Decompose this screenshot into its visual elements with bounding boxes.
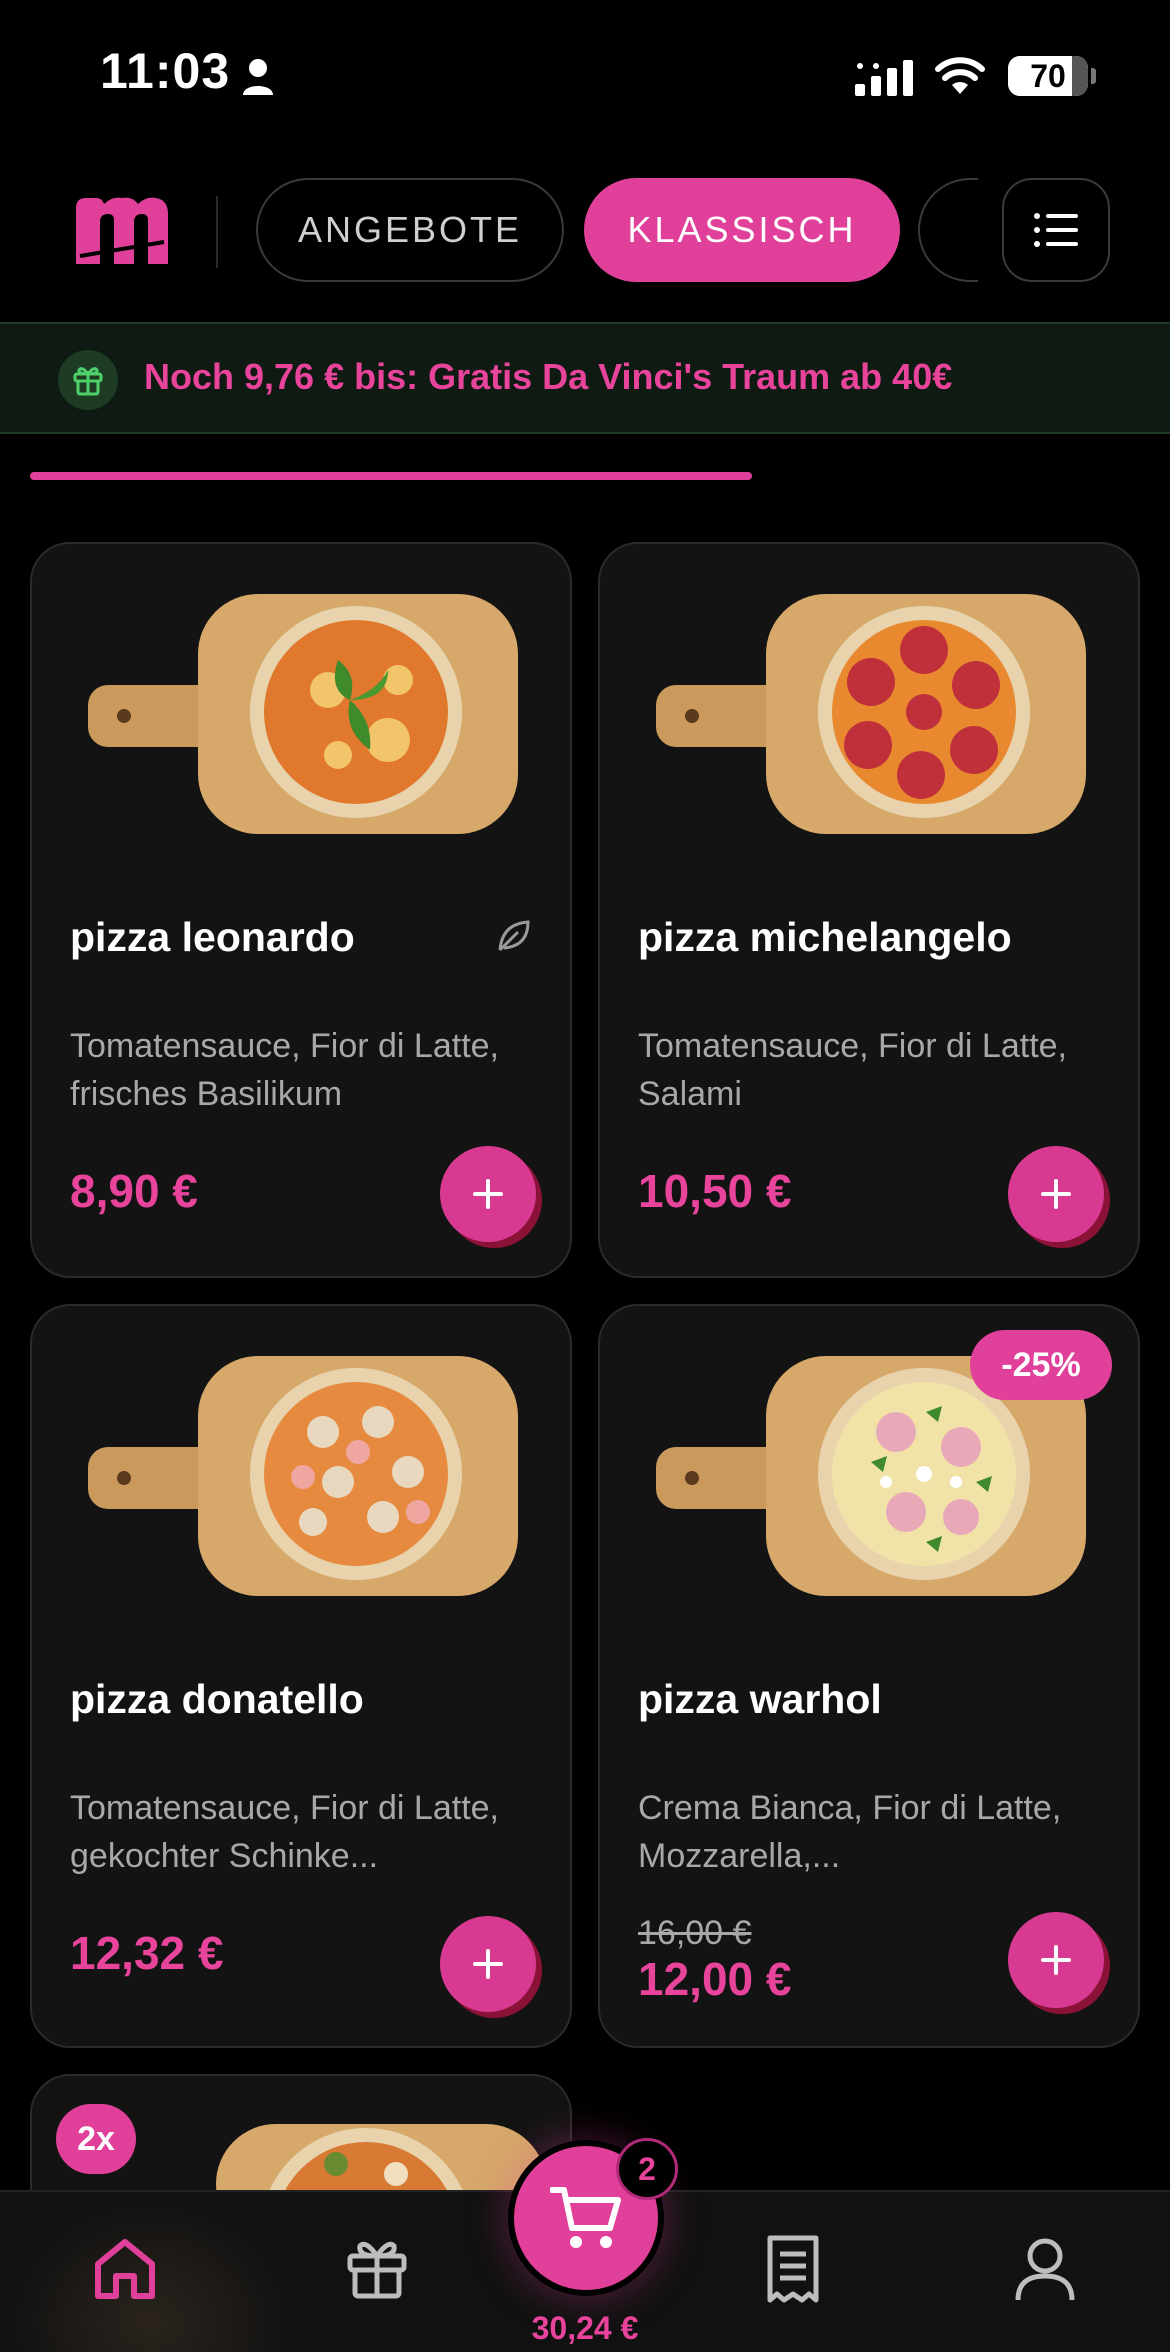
- nav-divider: [216, 196, 218, 268]
- battery-level: 70: [1030, 57, 1066, 94]
- product-card-leonardo[interactable]: pizza leonardo Tomatensauce, Fior di Lat…: [30, 542, 572, 1278]
- cart-total: 30,24 €: [531, 2310, 639, 2346]
- pizza-michelangelo-image: [656, 594, 1086, 834]
- product-card-michelangelo[interactable]: pizza michelangelo Tomatensauce, Fior di…: [598, 542, 1140, 1278]
- tab-klassisch[interactable]: KLASSISCH: [584, 178, 900, 282]
- signal-icon: [855, 60, 913, 96]
- promo-banner[interactable]: Noch 9,76 € bis: Gratis Da Vinci's Traum…: [0, 322, 1170, 434]
- product-price: 12,00 €: [638, 1953, 792, 2005]
- product-name: pizza leonardo: [70, 914, 355, 960]
- product-card-warhol[interactable]: -25% pizza warhol Crema Bianca, Fior di …: [598, 1304, 1140, 2048]
- category-nav: ANGEBOTE KLASSISCH: [0, 170, 1170, 290]
- product-name: pizza michelangelo: [638, 914, 1012, 960]
- tab-angebote[interactable]: ANGEBOTE: [256, 178, 564, 282]
- plus-icon: [473, 1179, 503, 1209]
- product-name: pizza donatello: [70, 1676, 364, 1722]
- product-name: pizza warhol: [638, 1676, 882, 1722]
- product-price: 10,50 €: [638, 1165, 792, 1217]
- pizza-donatello-image: [88, 1356, 518, 1596]
- tab-next-partial[interactable]: [918, 178, 978, 282]
- quantity-badge: 2x: [56, 2104, 136, 2174]
- add-to-cart-button[interactable]: [1008, 1146, 1104, 1242]
- profile-icon[interactable]: [1010, 2234, 1080, 2304]
- category-menu-button[interactable]: [1002, 178, 1110, 282]
- product-description: Crema Bianca, Fior di Latte, Mozzarella,…: [638, 1789, 1062, 1875]
- brand-logo[interactable]: [76, 194, 168, 270]
- wifi-icon: [935, 57, 985, 94]
- leaf-icon: [498, 920, 530, 952]
- promo-progress-bar: [30, 472, 752, 480]
- discount-badge: -25%: [970, 1330, 1112, 1400]
- add-to-cart-button[interactable]: [1008, 1912, 1104, 2008]
- add-to-cart-button[interactable]: [440, 1916, 536, 2012]
- home-icon[interactable]: [90, 2234, 160, 2304]
- product-card-donatello[interactable]: pizza donatello Tomatensauce, Fior di La…: [30, 1304, 572, 2048]
- plus-icon: [1041, 1179, 1071, 1209]
- rewards-icon[interactable]: [342, 2234, 412, 2304]
- cart-count-badge: 2: [616, 2138, 678, 2200]
- pizza-leonardo-image: [88, 594, 518, 834]
- plus-icon: [473, 1949, 503, 1979]
- receipt-icon[interactable]: [758, 2234, 828, 2304]
- person-icon: [243, 59, 273, 95]
- product-description: Tomatensauce, Fior di Latte, frisches Ba…: [70, 1027, 500, 1113]
- status-time: 11:03: [100, 43, 231, 99]
- product-old-price: 16,00 €: [638, 1914, 752, 1952]
- battery-indicator: 70: [1008, 56, 1096, 96]
- promo-text: Noch 9,76 € bis: Gratis Da Vinci's Traum…: [144, 356, 953, 397]
- plus-icon: [1041, 1945, 1071, 1975]
- status-bar: 11:03 70: [0, 0, 1170, 150]
- add-to-cart-button[interactable]: [440, 1146, 536, 1242]
- gift-icon: [58, 350, 118, 410]
- menu-list-icon: [1034, 213, 1078, 247]
- product-description: Tomatensauce, Fior di Latte, Salami: [638, 1027, 1068, 1113]
- cart-icon: [550, 2187, 621, 2248]
- product-price: 12,32 €: [70, 1927, 224, 1979]
- product-description: Tomatensauce, Fior di Latte, gekochter S…: [70, 1789, 500, 1875]
- product-price: 8,90 €: [70, 1165, 198, 1217]
